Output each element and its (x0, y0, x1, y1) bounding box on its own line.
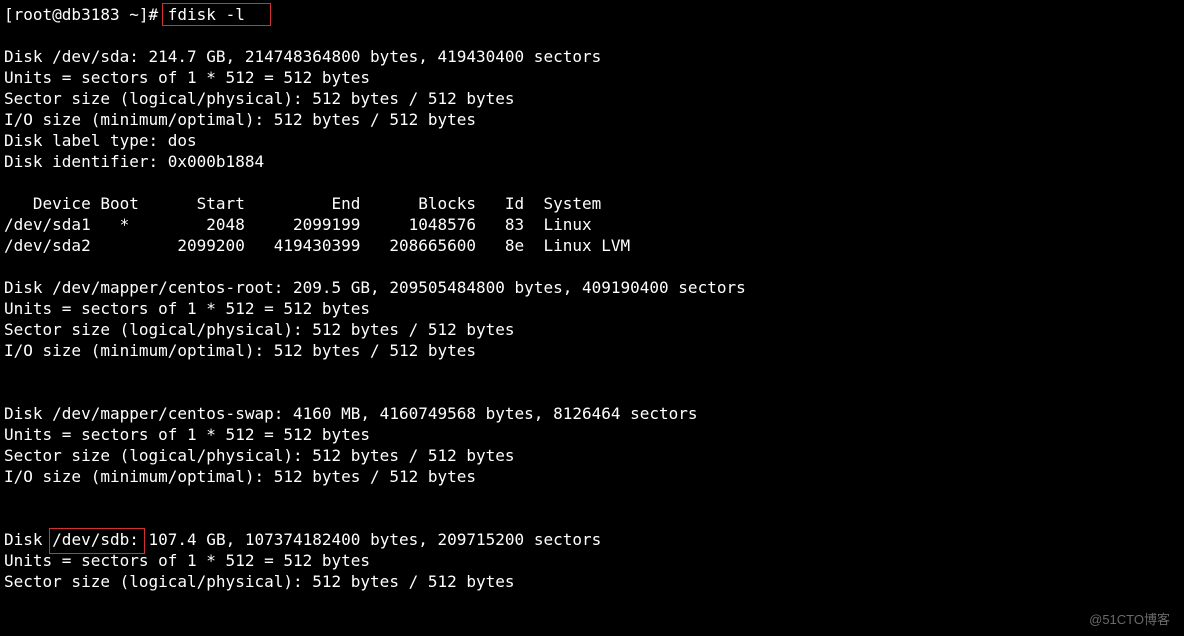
prompt-line[interactable]: [root@db3183 ~]# fdisk -l (4, 5, 245, 24)
sdb-header: Disk /dev/sdb: 107.4 GB, 107374182400 by… (4, 530, 601, 549)
sda-header: Disk /dev/sda: 214.7 GB, 214748364800 by… (4, 47, 601, 66)
ptable-row: /dev/sda1 * 2048 2099199 1048576 83 Linu… (4, 215, 592, 234)
sda-ident: Disk identifier: 0x000b1884 (4, 152, 264, 171)
ptable-row: /dev/sda2 2099200 419430399 208665600 8e… (4, 236, 630, 255)
terminal-output: [root@db3183 ~]# fdisk -l Disk /dev/sda:… (0, 0, 1184, 634)
mapper-swap-io: I/O size (minimum/optimal): 512 bytes / … (4, 467, 476, 486)
watermark: @51CTO博客 (1089, 609, 1170, 628)
prompt-command: fdisk -l (168, 5, 245, 24)
sda-units: Units = sectors of 1 * 512 = 512 bytes (4, 68, 370, 87)
sdb-sector: Sector size (logical/physical): 512 byte… (4, 572, 515, 591)
ptable-head: Device Boot Start End Blocks Id System (4, 194, 601, 213)
mapper-swap-header: Disk /dev/mapper/centos-swap: 4160 MB, 4… (4, 404, 698, 423)
sda-sector: Sector size (logical/physical): 512 byte… (4, 89, 515, 108)
mapper-swap-sector: Sector size (logical/physical): 512 byte… (4, 446, 515, 465)
sda-label: Disk label type: dos (4, 131, 197, 150)
mapper-root-io: I/O size (minimum/optimal): 512 bytes / … (4, 341, 476, 360)
mapper-swap-units: Units = sectors of 1 * 512 = 512 bytes (4, 425, 370, 444)
sda-io: I/O size (minimum/optimal): 512 bytes / … (4, 110, 476, 129)
mapper-root-sector: Sector size (logical/physical): 512 byte… (4, 320, 515, 339)
mapper-root-header: Disk /dev/mapper/centos-root: 209.5 GB, … (4, 278, 746, 297)
sdb-header-pre: Disk (4, 530, 52, 549)
sdb-device: /dev/sdb: (52, 530, 139, 549)
sdb-units: Units = sectors of 1 * 512 = 512 bytes (4, 551, 370, 570)
sdb-header-post: 107.4 GB, 107374182400 bytes, 209715200 … (139, 530, 601, 549)
prompt-prefix: [root@db3183 ~]# (4, 5, 168, 24)
mapper-root-units: Units = sectors of 1 * 512 = 512 bytes (4, 299, 370, 318)
